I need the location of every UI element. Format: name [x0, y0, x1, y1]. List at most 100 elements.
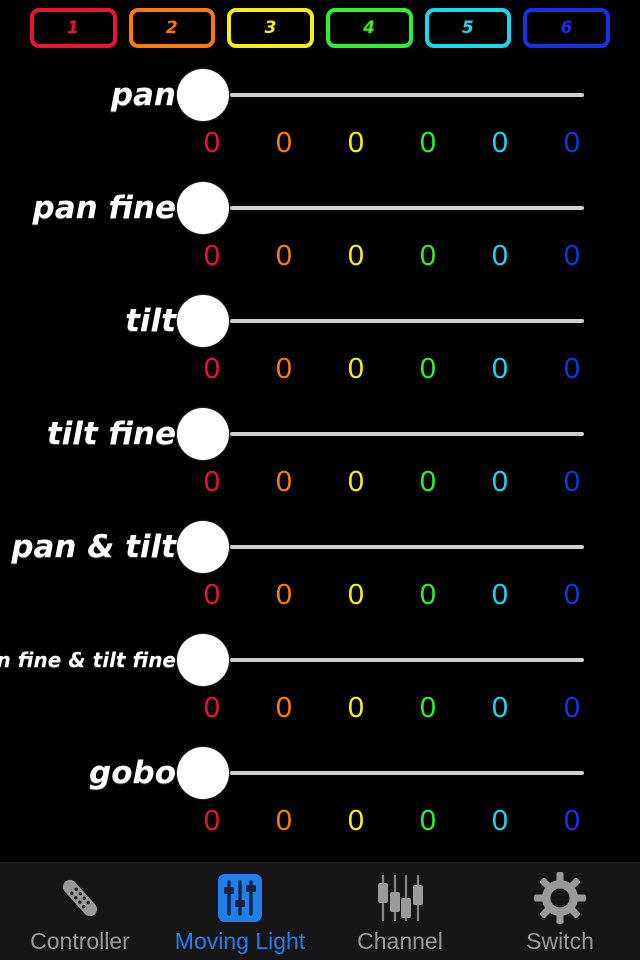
fader-value-channel-5: 0 — [491, 691, 509, 724]
fader-value-channel-6: 0 — [563, 691, 581, 724]
tab-switch[interactable]: Switch — [480, 863, 640, 960]
channel-button-3[interactable]: 3 — [227, 8, 314, 48]
fader-value-row: 0 0 0 0 0 0 — [176, 235, 616, 277]
remote-control-icon — [62, 879, 98, 917]
fader-slider-track[interactable] — [230, 432, 584, 436]
fader-value-channel-1: 0 — [203, 804, 221, 837]
bottom-tab-bar: Controller Moving Light Channel Switch — [0, 862, 640, 960]
fader-value-channel-6: 0 — [563, 239, 581, 272]
tab-label: Switch — [526, 928, 594, 954]
app-root: 1 2 3 4 5 6 pan 0 0 0 0 0 0 pan fine 0 0 0 0 0 0 tilt 0 0 0 0 0 0… — [0, 0, 640, 960]
fader-value-channel-2: 0 — [275, 352, 293, 385]
fader-value-row: 0 0 0 0 0 0 — [176, 122, 616, 164]
fader-slider[interactable] — [176, 633, 596, 687]
channel-button-label: 4 — [363, 17, 376, 38]
channel-button-label: 6 — [560, 17, 573, 38]
channel-selector-bar: 1 2 3 4 5 6 — [0, 0, 640, 56]
fader-value-channel-4: 0 — [419, 465, 437, 498]
fader-row-label: tilt fine — [46, 415, 176, 452]
channel-button-label: 5 — [461, 17, 475, 38]
fader-value-channel-2: 0 — [275, 465, 293, 498]
fader-row-label: pan fine — [32, 189, 176, 226]
fader-value-channel-3: 0 — [347, 691, 365, 724]
fader-value-channel-6: 0 — [563, 126, 581, 159]
fader-slider[interactable] — [176, 520, 596, 574]
fader-slider-knob[interactable] — [177, 747, 229, 799]
fader-value-channel-4: 0 — [419, 691, 437, 724]
fader-slider-knob[interactable] — [177, 408, 229, 460]
gear-icon — [534, 872, 586, 924]
fader-slider-track[interactable] — [230, 93, 584, 97]
fader-value-channel-2: 0 — [275, 578, 293, 611]
channel-button-6[interactable]: 6 — [523, 8, 611, 48]
fader-row-label: pan & tilt — [11, 528, 176, 565]
fader-value-channel-2: 0 — [275, 126, 293, 159]
tab-moving-light[interactable]: Moving Light — [160, 863, 320, 960]
fader-slider-knob[interactable] — [177, 69, 229, 121]
fader-value-channel-3: 0 — [347, 126, 365, 159]
fader-slider-track[interactable] — [230, 545, 584, 549]
tab-label: Moving Light — [174, 928, 306, 954]
fader-row: pan & tilt 0 0 0 0 0 0 — [0, 508, 640, 621]
fader-slider-track[interactable] — [230, 206, 584, 210]
channel-button-5[interactable]: 5 — [424, 8, 512, 48]
fader-slider[interactable] — [176, 181, 596, 235]
fader-row-list: pan 0 0 0 0 0 0 pan fine 0 0 0 0 0 0 tilt 0 0 0 0 0 0 tilt fi… — [0, 56, 640, 862]
fader-value-row: 0 0 0 0 0 0 — [176, 348, 616, 390]
channel-button-label: 1 — [67, 17, 80, 38]
faders-icon — [378, 874, 423, 922]
fader-row: tilt fine 0 0 0 0 0 0 — [0, 395, 640, 508]
fader-value-row: 0 0 0 0 0 0 — [176, 574, 616, 616]
fader-value-channel-1: 0 — [203, 578, 221, 611]
gear-icon[interactable] — [532, 870, 588, 926]
fader-row-label: pan — [110, 76, 176, 113]
fader-value-channel-1: 0 — [203, 465, 221, 498]
tab-controller[interactable]: Controller — [0, 863, 160, 960]
fader-value-channel-2: 0 — [275, 804, 293, 837]
fader-value-channel-3: 0 — [347, 465, 365, 498]
fader-row: pan fine & tilt fine 0 0 0 0 0 0 — [0, 621, 640, 734]
fader-row-label: gobo — [89, 754, 176, 791]
fader-row: pan fine 0 0 0 0 0 0 — [0, 169, 640, 282]
fader-value-row: 0 0 0 0 0 0 — [176, 687, 616, 729]
channel-button-2[interactable]: 2 — [128, 8, 216, 48]
fader-value-channel-5: 0 — [491, 239, 509, 272]
fader-value-channel-4: 0 — [419, 126, 437, 159]
fader-slider[interactable] — [176, 68, 596, 122]
fader-row: tilt 0 0 0 0 0 0 — [0, 282, 640, 395]
fader-slider-track[interactable] — [230, 319, 584, 323]
sliders-square-icon[interactable] — [212, 870, 268, 926]
fader-value-channel-5: 0 — [491, 465, 509, 498]
tab-label: Controller — [30, 928, 130, 954]
fader-slider-track[interactable] — [230, 771, 584, 775]
fader-slider-knob[interactable] — [177, 521, 229, 573]
fader-slider-knob[interactable] — [177, 182, 229, 234]
fader-row: gobo 0 0 0 0 0 0 — [0, 734, 640, 847]
fader-row-label: tilt — [125, 302, 176, 339]
fader-value-channel-6: 0 — [563, 352, 581, 385]
fader-slider[interactable] — [176, 407, 596, 461]
fader-slider-track[interactable] — [230, 658, 584, 662]
channel-button-label: 3 — [264, 17, 277, 38]
fader-slider[interactable] — [176, 294, 596, 348]
fader-value-channel-1: 0 — [203, 126, 221, 159]
channel-button-1[interactable]: 1 — [29, 8, 117, 48]
faders-icon[interactable] — [372, 870, 428, 926]
fader-row-label: pan fine & tilt fine — [0, 648, 176, 672]
fader-value-row: 0 0 0 0 0 0 — [176, 461, 616, 503]
fader-value-channel-3: 0 — [347, 804, 365, 837]
remote-control-icon[interactable] — [52, 870, 108, 926]
tab-label: Channel — [357, 928, 443, 954]
fader-slider-knob[interactable] — [177, 295, 229, 347]
channel-button-4[interactable]: 4 — [326, 8, 413, 48]
fader-value-channel-1: 0 — [203, 239, 221, 272]
fader-value-channel-4: 0 — [419, 239, 437, 272]
fader-slider[interactable] — [176, 746, 596, 800]
fader-value-channel-5: 0 — [491, 804, 509, 837]
tab-channel[interactable]: Channel — [320, 863, 480, 960]
fader-slider-knob[interactable] — [177, 634, 229, 686]
fader-value-channel-6: 0 — [563, 804, 581, 837]
fader-value-channel-4: 0 — [419, 578, 437, 611]
channel-button-label: 2 — [165, 17, 179, 38]
fader-value-channel-3: 0 — [347, 578, 365, 611]
